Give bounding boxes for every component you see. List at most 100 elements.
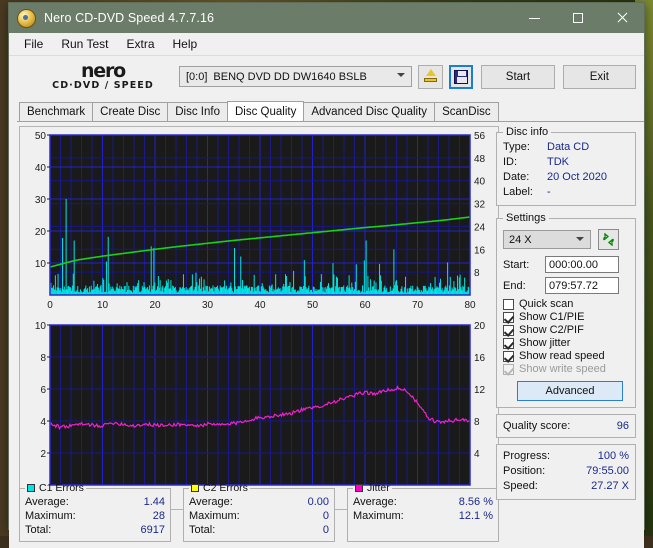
close-button[interactable] [600,3,644,33]
c2-errors-box: C2 Errors Average: 0.00 Maximum: 0 Total: 0 [183,482,335,542]
svg-text:10: 10 [35,259,47,270]
drive-name: BENQ DVD DD DW1640 BSLB [213,70,367,83]
checkbox-show-read-speed[interactable]: Show read speed [503,350,629,362]
disc-label-row: Label: - [503,185,629,200]
jitter-maximum-label: Maximum: [353,510,404,522]
jitter-color-swatch [355,484,363,492]
svg-text:24: 24 [474,222,486,233]
checkbox-box [503,363,514,375]
tab-disc-quality[interactable]: Disc Quality [227,101,305,121]
minimize-button[interactable] [512,3,556,33]
chevron-down-icon [576,237,584,245]
eject-button[interactable] [418,64,443,89]
svg-text:16: 16 [474,245,486,256]
tab-create-disc[interactable]: Create Disc [92,102,169,121]
checkbox-box [503,324,514,336]
disc-info-legend: Disc info [506,126,549,138]
c2-total-label: Total: [189,524,216,536]
progress-box: Progress: 100 % Position: 79:55.00 Speed: 2… [496,444,636,500]
start-input[interactable] [545,256,619,273]
menu-item-run-test[interactable]: Run Test [52,35,117,53]
settings-group: Settings 24 X Start: 000:00.00 End: 079:… [496,212,636,408]
speed-select-value: 24 X [509,233,532,246]
svg-text:40: 40 [474,177,486,188]
disc-id-label: ID: [503,156,518,168]
maximize-button[interactable] [556,3,600,33]
svg-text:12: 12 [474,385,486,396]
drive-select-value: [0:0] BENQ DVD DD DW1640 BSLB [180,71,367,83]
speed-select[interactable]: 24 X [503,230,591,249]
refresh-button[interactable] [598,229,619,250]
end-input[interactable] [545,277,619,294]
exit-button[interactable]: Exit [562,64,636,89]
c2-color-swatch [191,484,199,492]
svg-text:8: 8 [474,417,480,428]
tab-disc-info[interactable]: Disc Info [167,102,228,121]
c1-maximum-row: Maximum: 28 [25,509,165,523]
checkbox-label: Show C1/PIE [519,311,585,323]
progress-value: 100 % [597,450,629,462]
c1-average-label: Average: [25,496,69,508]
checkbox-show-c2-pif[interactable]: Show C2/PIF [503,324,629,336]
tab-scandisc[interactable]: ScanDisc [434,102,499,121]
disc-label-value: - [547,186,551,198]
c1-errors-legend: C1 Errors [25,482,86,494]
menu-item-file[interactable]: File [15,35,52,53]
tab-advanced-disc-quality[interactable]: Advanced Disc Quality [303,102,436,121]
disc-date-label: Date: [503,171,530,183]
c2-total-row: Total: 0 [189,523,329,537]
menu-item-help[interactable]: Help [164,35,207,53]
checkbox-label: Show C2/PIF [519,324,584,336]
c2-average-label: Average: [189,496,233,508]
svg-text:48: 48 [474,154,486,165]
disc-type-label: Type: [503,141,530,153]
tab-benchmark[interactable]: Benchmark [19,102,94,121]
checkbox-show-jitter[interactable]: Show jitter [503,337,629,349]
title-bar: Nero CD-DVD Speed 4.7.7.16 [9,3,644,33]
disc-type-value: Data CD [547,141,590,153]
c1-errors-box: C1 Errors Average: 1.44 Maximum: 28 Total:… [19,482,171,542]
svg-text:4: 4 [40,417,46,428]
speed-label: Speed: [503,480,538,492]
checkbox-show-c1-pie[interactable]: Show C1/PIE [503,311,629,323]
svg-text:40: 40 [35,163,47,174]
advanced-button[interactable]: Advanced [517,381,623,401]
checkbox-quick-scan[interactable]: Quick scan [503,298,629,310]
checkbox-label: Show read speed [519,350,605,362]
checkbox-label: Quick scan [519,298,574,310]
jitter-legend: Jitter [353,482,392,494]
svg-text:10: 10 [97,300,109,311]
svg-text:50: 50 [307,300,319,311]
c2-maximum-value: 0 [322,510,329,522]
c2-total-value: 0 [322,524,329,536]
save-button[interactable] [448,64,474,89]
c2-average-value: 0.00 [307,496,329,508]
svg-text:56: 56 [474,131,486,142]
svg-text:30: 30 [202,300,214,311]
disc-id-value: TDK [547,156,569,168]
quality-score-value: 96 [616,420,629,432]
window-title: Nero CD-DVD Speed 4.7.7.16 [44,11,215,25]
c1-total-label: Total: [25,524,52,536]
end-row: End: [503,277,629,294]
start-button[interactable]: Start [481,64,555,89]
nero-logo: nero CD·DVD ∕ SPEED [33,61,173,91]
speed-row-status: Speed: 27.27 X [503,479,629,494]
drive-select[interactable]: [0:0] BENQ DVD DD DW1640 BSLB [179,66,413,87]
svg-text:10: 10 [35,321,47,332]
jitter-average-label: Average: [353,496,397,508]
position-label: Position: [503,465,546,477]
svg-text:2: 2 [40,449,46,460]
checkbox-show-write-speed: Show write speed [503,363,629,375]
c1-color-swatch [27,484,35,492]
menu-item-extra[interactable]: Extra [117,35,163,53]
c1-average-value: 1.44 [143,496,165,508]
start-label: Start: [503,258,530,271]
chart-jitter: 2468104812162001020304050607080 [20,317,498,507]
svg-text:32: 32 [474,200,486,211]
c1-average-row: Average: 1.44 [25,495,165,509]
svg-text:4: 4 [474,449,480,460]
disc-label-label: Label: [503,186,533,198]
disc-date-row: Date: 20 Oct 2020 [503,170,629,185]
speed-row: 24 X [503,229,629,250]
